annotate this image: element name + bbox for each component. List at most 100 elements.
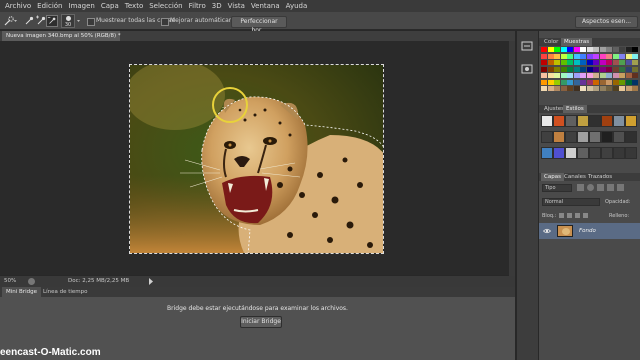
swatch[interactable] bbox=[619, 66, 625, 72]
swatch[interactable] bbox=[632, 53, 638, 59]
swatch[interactable] bbox=[560, 73, 567, 78]
style-preset[interactable] bbox=[601, 115, 613, 127]
swatch[interactable] bbox=[599, 66, 606, 72]
document-tab[interactable]: Nueva imagen 340.bmp al 50% (RGB/8) * bbox=[2, 31, 121, 41]
style-preset[interactable] bbox=[601, 131, 613, 143]
swatch[interactable] bbox=[580, 73, 586, 78]
swatch[interactable] bbox=[573, 47, 580, 52]
swatch[interactable] bbox=[632, 86, 638, 91]
menu-imagen[interactable]: Imagen bbox=[66, 0, 98, 12]
style-preset[interactable] bbox=[589, 131, 601, 143]
swatch[interactable] bbox=[612, 47, 619, 52]
swatch[interactable] bbox=[593, 73, 599, 78]
properties-panel-icon[interactable] bbox=[521, 64, 533, 74]
swatch[interactable] bbox=[612, 60, 619, 65]
swatch[interactable] bbox=[573, 66, 580, 72]
swatch[interactable] bbox=[619, 86, 625, 91]
swatch[interactable] bbox=[560, 60, 567, 65]
swatch[interactable] bbox=[573, 73, 580, 78]
swatch[interactable] bbox=[625, 47, 632, 52]
swatch[interactable] bbox=[593, 47, 599, 52]
menu-ventana[interactable]: Ventana bbox=[248, 0, 283, 12]
subtract-from-selection-icon[interactable] bbox=[46, 15, 58, 27]
tab-mini-bridge[interactable]: Mini Bridge bbox=[2, 287, 41, 297]
swatch[interactable] bbox=[554, 66, 560, 72]
style-preset[interactable] bbox=[565, 147, 577, 159]
sample-all-layers-checkbox[interactable] bbox=[87, 18, 95, 26]
swatch[interactable] bbox=[619, 73, 625, 78]
style-preset[interactable] bbox=[613, 147, 625, 159]
menu-vista[interactable]: Vista bbox=[225, 0, 248, 12]
swatch[interactable] bbox=[593, 60, 599, 65]
auto-enhance-checkbox[interactable] bbox=[161, 18, 169, 26]
tab-swatches[interactable]: Muestras bbox=[561, 38, 593, 46]
canvas-vertical-scrollbar[interactable] bbox=[509, 41, 515, 276]
swatch[interactable] bbox=[625, 60, 632, 65]
swatch[interactable] bbox=[586, 66, 593, 72]
swatch[interactable] bbox=[554, 60, 560, 65]
style-preset[interactable] bbox=[541, 147, 553, 159]
swatch[interactable] bbox=[547, 53, 554, 59]
lock-all-icon[interactable] bbox=[583, 213, 588, 218]
style-preset[interactable] bbox=[577, 147, 589, 159]
swatch[interactable] bbox=[554, 53, 560, 59]
swatch[interactable] bbox=[599, 73, 606, 78]
swatch[interactable] bbox=[593, 53, 599, 59]
swatch[interactable] bbox=[560, 66, 567, 72]
style-preset[interactable] bbox=[613, 131, 625, 143]
menu-texto[interactable]: Texto bbox=[122, 0, 146, 12]
swatch[interactable] bbox=[573, 86, 580, 91]
menu-archivo[interactable]: Archivo bbox=[0, 0, 34, 12]
filter-shape-icon[interactable] bbox=[607, 184, 614, 191]
style-preset[interactable] bbox=[541, 115, 553, 127]
swatch[interactable] bbox=[560, 47, 567, 52]
swatch[interactable] bbox=[541, 86, 547, 91]
swatch[interactable] bbox=[619, 79, 625, 85]
style-preset[interactable] bbox=[601, 147, 613, 159]
swatch[interactable] bbox=[541, 66, 547, 72]
swatch[interactable] bbox=[599, 60, 606, 65]
menu-capa[interactable]: Capa bbox=[98, 0, 122, 12]
style-preset[interactable] bbox=[577, 131, 589, 143]
style-preset[interactable] bbox=[541, 131, 553, 143]
workspace-switcher[interactable]: Aspectos esen... bbox=[575, 16, 638, 28]
swatch[interactable] bbox=[541, 79, 547, 85]
swatch[interactable] bbox=[586, 86, 593, 91]
swatch[interactable] bbox=[573, 53, 580, 59]
menu-edicion[interactable]: Edición bbox=[34, 0, 65, 12]
filter-type-icon[interactable] bbox=[597, 184, 604, 191]
swatch[interactable] bbox=[606, 53, 612, 59]
style-preset[interactable] bbox=[613, 115, 625, 127]
swatch[interactable] bbox=[612, 86, 619, 91]
swatch[interactable] bbox=[547, 73, 554, 78]
swatch[interactable] bbox=[573, 79, 580, 85]
swatch[interactable] bbox=[560, 53, 567, 59]
style-preset[interactable] bbox=[565, 131, 577, 143]
swatch[interactable] bbox=[612, 53, 619, 59]
swatch[interactable] bbox=[541, 53, 547, 59]
swatch[interactable] bbox=[606, 60, 612, 65]
swatch[interactable] bbox=[606, 66, 612, 72]
new-selection-icon[interactable] bbox=[23, 15, 35, 27]
tab-paths[interactable]: Trazados bbox=[585, 173, 615, 181]
swatch[interactable] bbox=[541, 47, 547, 52]
swatch[interactable] bbox=[625, 73, 632, 78]
swatch[interactable] bbox=[619, 53, 625, 59]
swatch[interactable] bbox=[580, 86, 586, 91]
swatch[interactable] bbox=[567, 66, 573, 72]
swatch[interactable] bbox=[606, 73, 612, 78]
style-preset[interactable] bbox=[553, 131, 565, 143]
swatch[interactable] bbox=[632, 66, 638, 72]
layer-row-background[interactable]: Fondo bbox=[539, 223, 640, 239]
visibility-eye-icon[interactable] bbox=[543, 227, 551, 235]
swatch[interactable] bbox=[612, 73, 619, 78]
swatch[interactable] bbox=[625, 53, 632, 59]
swatch[interactable] bbox=[567, 79, 573, 85]
style-preset[interactable] bbox=[577, 115, 589, 127]
swatch[interactable] bbox=[593, 79, 599, 85]
swatch[interactable] bbox=[586, 79, 593, 85]
layer-name[interactable]: Fondo bbox=[579, 223, 596, 239]
filter-smart-object-icon[interactable] bbox=[617, 184, 624, 191]
status-menu-arrow-icon[interactable] bbox=[148, 278, 154, 285]
filter-adjustment-icon[interactable] bbox=[587, 184, 594, 191]
